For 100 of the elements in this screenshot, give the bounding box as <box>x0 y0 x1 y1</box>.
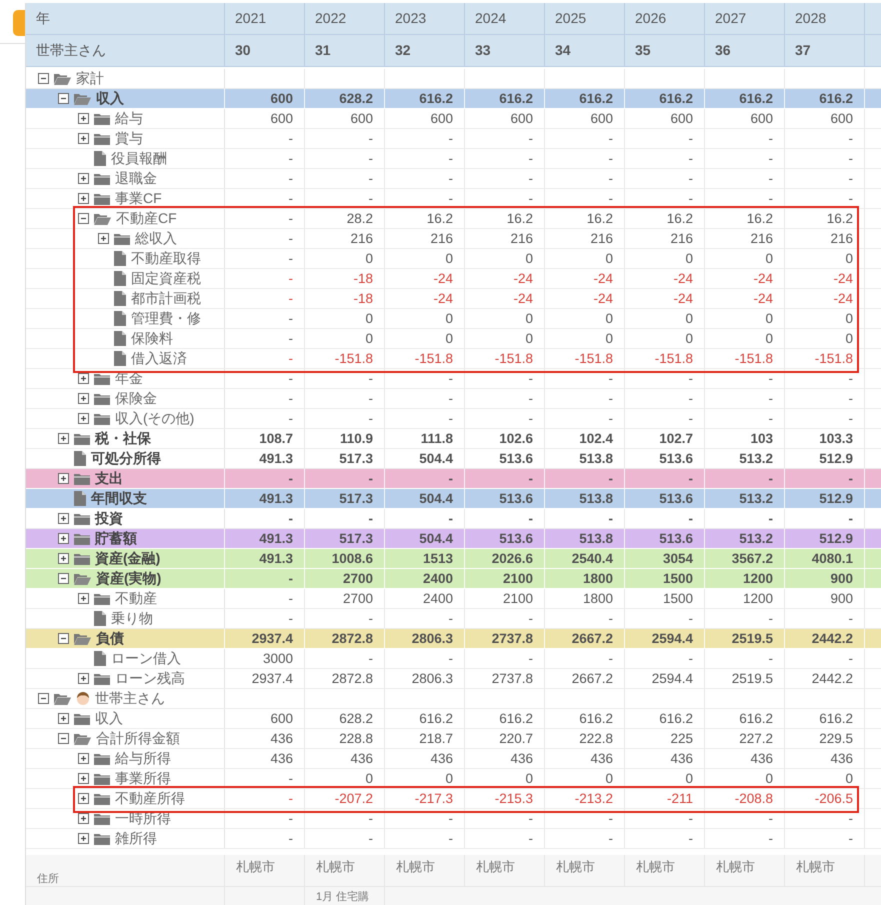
tree-label[interactable]: ローン借入 <box>111 650 181 668</box>
expand-toggle[interactable] <box>78 113 89 124</box>
tree-label[interactable]: 乗り物 <box>111 610 153 628</box>
table-cell: 110.9 <box>305 429 385 448</box>
table-cell: -151.8 <box>385 349 465 368</box>
table-cell: - <box>785 649 865 668</box>
tree-label[interactable]: 保険金 <box>115 390 157 408</box>
tree-label[interactable]: 負債 <box>96 630 124 648</box>
expand-toggle[interactable] <box>78 213 89 224</box>
expand-toggle[interactable] <box>78 813 89 824</box>
tree-label[interactable]: 年間収支 <box>91 490 147 508</box>
tree-label[interactable]: 不動産CF <box>116 210 177 228</box>
expand-toggle[interactable] <box>78 673 89 684</box>
table-cell: 616.2 <box>465 709 545 728</box>
table-cell: - <box>305 609 385 628</box>
table-cell: - <box>225 349 305 368</box>
expand-toggle[interactable] <box>58 533 69 544</box>
tree-label[interactable]: 合計所得金額 <box>96 730 180 748</box>
tree-label[interactable]: 税・社保 <box>95 430 151 448</box>
tree-label[interactable]: 給与 <box>115 110 143 128</box>
table-cell: 436 <box>305 749 385 768</box>
tree-label[interactable]: 不動産 <box>115 590 157 608</box>
table-cell: 227.2 <box>705 729 785 748</box>
table-cell: 0 <box>465 249 545 268</box>
table-cell: 0 <box>545 329 625 348</box>
table-cell: 1500 <box>625 569 705 588</box>
tree-label[interactable]: 借入返済 <box>131 350 187 368</box>
tree-label[interactable]: 総収入 <box>135 230 177 248</box>
tree-label[interactable]: 都市計画税 <box>131 290 201 308</box>
table-cell: 2400 <box>385 589 465 608</box>
expand-toggle[interactable] <box>78 593 89 604</box>
table-cell: 628.2 <box>305 709 385 728</box>
expand-toggle[interactable] <box>78 753 89 764</box>
tree-label[interactable]: 年金 <box>115 370 143 388</box>
table-cell: -24 <box>385 269 465 288</box>
tree-label[interactable]: 退職金 <box>115 170 157 188</box>
expand-toggle[interactable] <box>98 233 109 244</box>
tree-label[interactable]: 家計 <box>76 70 104 88</box>
table-cell: 2594.4 <box>625 669 705 688</box>
table-cell: - <box>385 169 465 188</box>
table-cell: 1200 <box>705 589 785 608</box>
tree-label[interactable]: 収入 <box>96 90 124 108</box>
tree-label[interactable]: 賞与 <box>115 130 143 148</box>
tree-label[interactable]: 事業所得 <box>115 770 171 788</box>
table-cell: -24 <box>545 269 625 288</box>
tree-label[interactable]: 収入(その他) <box>115 410 194 428</box>
expand-toggle[interactable] <box>38 73 49 84</box>
tree-label[interactable]: 資産(金融) <box>95 550 160 568</box>
table-cell: 513.8 <box>545 529 625 548</box>
table-cell: 600 <box>625 109 705 128</box>
tree-label[interactable]: 不動産取得 <box>131 250 201 268</box>
expand-toggle[interactable] <box>58 93 69 104</box>
tree-label[interactable]: 役員報酬 <box>111 150 167 168</box>
expand-toggle[interactable] <box>58 513 69 524</box>
table-cell: 600 <box>545 109 625 128</box>
row-label: 住所 <box>26 855 225 886</box>
table-cell: - <box>465 149 545 168</box>
tree-label[interactable]: 世帯主さん <box>95 690 165 708</box>
tree-label[interactable]: 資産(実物) <box>96 570 162 588</box>
expand-toggle[interactable] <box>78 173 89 184</box>
tree-label[interactable]: 管理費・修 <box>131 310 201 328</box>
tree-label[interactable]: 貯蓄額 <box>95 530 137 548</box>
expand-toggle[interactable] <box>58 733 69 744</box>
expand-toggle[interactable] <box>58 553 69 564</box>
expand-toggle[interactable] <box>78 193 89 204</box>
expand-toggle[interactable] <box>58 713 69 724</box>
tree-label[interactable]: ローン残高 <box>115 670 185 688</box>
expand-toggle[interactable] <box>78 413 89 424</box>
expand-toggle[interactable] <box>78 833 89 844</box>
table-cell: - <box>225 329 305 348</box>
tree-label[interactable]: 固定資産税 <box>131 270 201 288</box>
tree-label[interactable]: 事業CF <box>115 190 162 208</box>
expand-toggle[interactable] <box>78 393 89 404</box>
table-cell: 216 <box>305 229 385 248</box>
tree-label[interactable]: 支出 <box>95 470 123 488</box>
table-cell: 600 <box>305 109 385 128</box>
table-cell: - <box>305 129 385 148</box>
expand-toggle[interactable] <box>58 633 69 644</box>
table-cell: 0 <box>305 249 385 268</box>
expand-toggle[interactable] <box>58 473 69 484</box>
expand-toggle[interactable] <box>78 133 89 144</box>
table-cell: 216 <box>465 229 545 248</box>
tree-label[interactable]: 給与所得 <box>115 750 171 768</box>
expand-toggle[interactable] <box>78 773 89 784</box>
expand-toggle[interactable] <box>58 433 69 444</box>
tree-label[interactable]: 雑所得 <box>115 830 157 848</box>
expand-toggle[interactable] <box>78 793 89 804</box>
tree-label[interactable]: 投資 <box>95 510 123 528</box>
tree-label[interactable]: 保険料 <box>131 330 173 348</box>
table-cell: - <box>305 369 385 388</box>
table-cell: 600 <box>385 109 465 128</box>
tree-label[interactable]: 収入 <box>95 710 123 728</box>
expand-toggle[interactable] <box>58 573 69 584</box>
open-folder-icon <box>74 572 91 584</box>
expand-toggle[interactable] <box>78 373 89 384</box>
table-cell: 1008.6 <box>305 549 385 568</box>
tree-label[interactable]: 不動産所得 <box>115 790 185 808</box>
expand-toggle[interactable] <box>38 693 49 704</box>
table-cell: 0 <box>625 329 705 348</box>
tree-label[interactable]: 可処分所得 <box>91 450 161 468</box>
